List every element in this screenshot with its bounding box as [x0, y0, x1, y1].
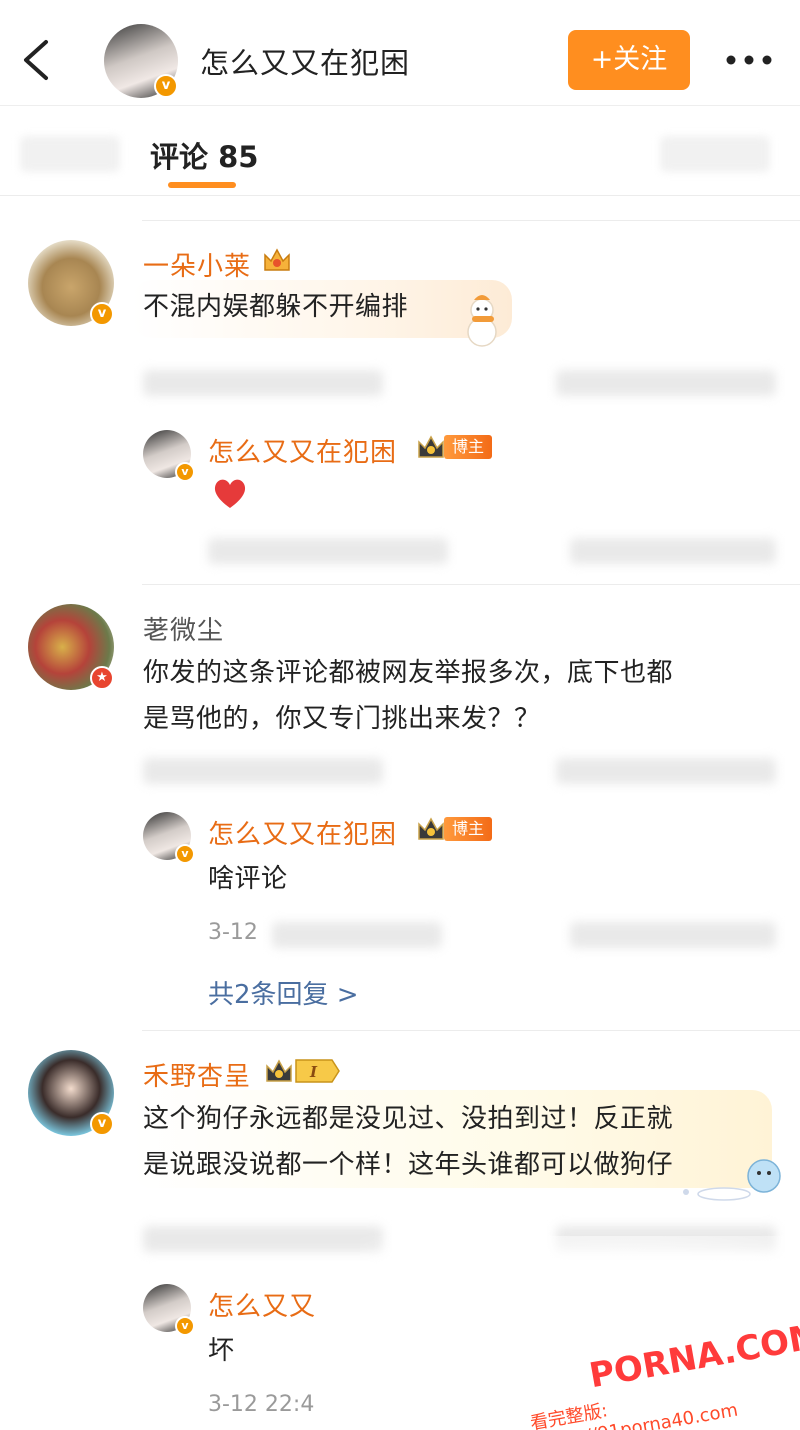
reply-avatar[interactable]: v	[143, 1284, 195, 1336]
verified-badge-icon: v	[154, 74, 178, 98]
tab-blurred-left[interactable]	[20, 136, 120, 172]
comment-meta-blurred	[143, 1226, 383, 1252]
divider	[142, 220, 800, 221]
svg-text:I: I	[309, 1063, 318, 1081]
vip-crown-icon	[418, 435, 444, 458]
commenter-avatar[interactable]: v	[28, 240, 114, 326]
comment-text-line-1: 这个狗仔永远都是没见过、没拍到过！反正就	[143, 1104, 674, 1134]
commenter-name[interactable]: 荖微尘	[143, 610, 224, 647]
blogger-tag: 博主	[444, 817, 493, 841]
user-level-badge: I	[295, 1059, 340, 1083]
verified-badge-icon: v	[90, 302, 114, 326]
verified-badge-icon: v	[90, 1112, 114, 1136]
comment-meta-blurred	[143, 758, 383, 784]
tab-bar: 评论 85	[0, 106, 800, 196]
member-badge-icon: ★	[90, 666, 114, 690]
comment-meta-blurred	[143, 370, 383, 396]
verified-badge-icon: v	[175, 1316, 195, 1336]
top-bar: v 怎么又又在犯困 +关注	[0, 0, 800, 106]
commenter-avatar[interactable]: ★	[28, 604, 114, 690]
reply-meta-blurred	[208, 538, 448, 564]
reply-text: 啥评论	[208, 864, 288, 894]
commenter-name[interactable]: 一朵小莱	[143, 246, 251, 283]
reply-author-name[interactable]: 怎么又又在犯困	[208, 814, 397, 851]
back-arrow-icon[interactable]	[18, 38, 54, 82]
snowman-decoration-icon	[467, 295, 497, 347]
follow-button[interactable]: +关注	[568, 30, 690, 90]
comment-actions-blurred[interactable]	[556, 758, 776, 784]
reply-text: 坏	[208, 1336, 235, 1366]
verified-badge-icon: v	[175, 844, 195, 864]
reply-author-name[interactable]: 怎么又又	[208, 1286, 316, 1323]
divider	[142, 584, 800, 585]
verified-badge-icon: v	[175, 462, 195, 482]
comment-text-line-1: 你发的这条评论都被网友举报多次，底下也都	[143, 658, 674, 688]
page-title: 怎么又又在犯困	[200, 46, 411, 80]
view-more-replies-link[interactable]: 共2条回复 >	[208, 974, 359, 1011]
tab-active-indicator	[168, 182, 236, 188]
blogger-tag: 博主	[444, 435, 493, 459]
tab-blurred-right[interactable]	[660, 136, 770, 172]
more-options-icon[interactable]	[724, 48, 774, 72]
reply-author-name[interactable]: 怎么又又在犯困	[208, 432, 397, 469]
tab-comments[interactable]: 评论 85	[150, 134, 258, 176]
reply-timestamp: 3-12	[208, 920, 258, 945]
vip-crown-icon	[266, 1059, 292, 1082]
commenter-avatar[interactable]: v	[28, 1050, 114, 1136]
comment-text: 不混内娱都躲不开编排	[143, 292, 409, 322]
red-heart-icon	[214, 479, 246, 508]
blogger-avatar[interactable]: v	[104, 24, 178, 98]
reply-timestamp: 3-12 22:4	[208, 1392, 315, 1417]
commenter-name[interactable]: 禾野杏呈	[143, 1056, 251, 1093]
cartoon-decoration-icon	[683, 1159, 781, 1201]
vip-crown-icon	[418, 817, 444, 840]
divider	[142, 1030, 800, 1031]
vip-crown-icon	[264, 248, 290, 271]
reply-actions-blurred[interactable]	[570, 922, 776, 948]
reply-actions-blurred[interactable]	[570, 538, 776, 564]
reply-avatar[interactable]: v	[143, 812, 195, 864]
comment-text-line-2: 是骂他的，你又专门挑出来发？？	[143, 704, 541, 734]
comment-text-line-2: 是说跟没说都一个样！这年头谁都可以做狗仔	[143, 1150, 674, 1180]
reply-avatar[interactable]: v	[143, 430, 195, 482]
comment-actions-blurred[interactable]	[556, 370, 776, 396]
reply-meta-blurred	[272, 922, 442, 948]
